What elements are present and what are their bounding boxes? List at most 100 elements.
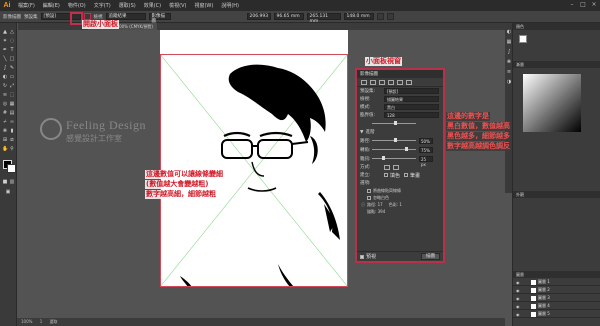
pen-tool-icon[interactable]: ✒ bbox=[2, 47, 8, 53]
threshold-field[interactable]: 128 bbox=[384, 112, 439, 118]
gradient-tab[interactable]: 漸層 bbox=[513, 61, 600, 68]
color-tab[interactable]: 顏色 bbox=[513, 23, 600, 30]
screen-mode-icon[interactable]: ▣ bbox=[5, 189, 11, 195]
noise-field[interactable]: 25 px bbox=[419, 155, 433, 167]
layer-row[interactable]: ◉ 圖層 2 bbox=[513, 287, 600, 294]
pencil-tool-icon[interactable]: ✎ bbox=[9, 65, 15, 71]
menu-type[interactable]: 文字(T) bbox=[94, 2, 111, 9]
y-field[interactable]: 96.65 mm bbox=[273, 13, 304, 20]
artboard-number[interactable]: 1 bbox=[40, 319, 43, 324]
outline-icon[interactable] bbox=[406, 79, 412, 85]
menu-edit[interactable]: 編輯(E) bbox=[43, 2, 60, 9]
layers-tab[interactable]: 圖層 bbox=[513, 271, 600, 278]
noise-slider[interactable] bbox=[372, 156, 416, 160]
appearance-tab[interactable]: 外觀 bbox=[513, 191, 600, 198]
preview-checkbox[interactable] bbox=[360, 254, 364, 259]
magic-wand-tool-icon[interactable]: ✶ bbox=[2, 38, 8, 44]
w-field[interactable]: 265.131 mm bbox=[306, 13, 341, 24]
slider-knob[interactable] bbox=[394, 121, 397, 125]
path-field[interactable]: 50% bbox=[419, 137, 433, 144]
blob-brush-tool-icon[interactable]: ◐ bbox=[2, 74, 8, 80]
menu-object[interactable]: 物件(O) bbox=[68, 2, 86, 9]
eye-icon[interactable]: ◉ bbox=[516, 296, 520, 301]
transform-icon[interactable] bbox=[376, 13, 384, 20]
slice-tool-icon[interactable]: ⧄ bbox=[9, 137, 15, 143]
eye-icon[interactable]: ◉ bbox=[516, 304, 520, 309]
trace-panel-header[interactable]: 影像描圖 bbox=[357, 70, 443, 78]
rectangle-tool-icon[interactable]: □ bbox=[9, 56, 15, 62]
advanced-section[interactable]: ▼ 進階 bbox=[357, 128, 443, 136]
grayscale-icon[interactable] bbox=[388, 79, 394, 85]
lasso-tool-icon[interactable]: ◌ bbox=[9, 38, 15, 44]
zoom-level[interactable]: 100% bbox=[21, 319, 32, 324]
menu-window[interactable]: 視窗(W) bbox=[194, 2, 213, 9]
zoom-tool-icon[interactable]: ⚲ bbox=[9, 146, 15, 152]
eraser-tool-icon[interactable]: ▭ bbox=[9, 74, 15, 80]
x-field[interactable]: 206.993 bbox=[246, 13, 271, 20]
gradient-tool-icon[interactable]: ▤ bbox=[9, 110, 15, 116]
view-select[interactable]: 描圖結果 bbox=[384, 96, 439, 102]
slider-knob[interactable] bbox=[405, 147, 408, 151]
artboard-tool-icon[interactable]: ⊞ bbox=[2, 137, 8, 143]
corner-field[interactable]: 75% bbox=[419, 146, 433, 153]
menu-view[interactable]: 檢視(V) bbox=[169, 2, 186, 9]
panel-open-icon[interactable] bbox=[83, 13, 91, 20]
selection-tool-icon[interactable]: ▲ bbox=[2, 29, 8, 35]
menu-help[interactable]: 說明(H) bbox=[221, 2, 239, 9]
shape-builder-tool-icon[interactable]: ◎ bbox=[2, 101, 8, 107]
rotate-tool-icon[interactable]: ↻ bbox=[2, 83, 8, 89]
eye-icon[interactable]: ◉ bbox=[516, 288, 520, 293]
direct-selection-tool-icon[interactable]: △ bbox=[9, 29, 15, 35]
black-white-icon[interactable] bbox=[397, 79, 403, 85]
minimize-icon[interactable]: – bbox=[568, 1, 576, 9]
stroke-color-swatch[interactable] bbox=[7, 164, 16, 173]
mode-select[interactable]: 黑白 bbox=[384, 104, 439, 110]
eye-icon[interactable]: ◉ bbox=[516, 280, 520, 285]
layer-row[interactable]: ◉ 圖層 1 bbox=[513, 279, 600, 286]
menu-effect[interactable]: 效果(C) bbox=[144, 2, 161, 9]
perspective-grid-tool-icon[interactable]: ▦ bbox=[9, 101, 15, 107]
path-slider[interactable] bbox=[372, 138, 416, 142]
paintbrush-tool-icon[interactable]: ∫ bbox=[2, 65, 8, 71]
width-tool-icon[interactable]: ≋ bbox=[2, 92, 8, 98]
eyedropper-tool-icon[interactable]: ⌿ bbox=[2, 119, 8, 125]
align-icon[interactable] bbox=[386, 13, 394, 20]
line-tool-icon[interactable]: ╲ bbox=[2, 56, 8, 62]
close-icon[interactable]: × bbox=[590, 1, 598, 9]
menu-file[interactable]: 檔案(F) bbox=[18, 2, 35, 9]
slider-knob[interactable] bbox=[394, 138, 397, 142]
blend-tool-icon[interactable]: ∞ bbox=[9, 119, 15, 125]
layer-row[interactable]: ◉ 圖層 3 bbox=[513, 295, 600, 302]
layer-row[interactable]: ◉ 圖層 4 bbox=[513, 303, 600, 310]
free-transform-tool-icon[interactable]: ⬚ bbox=[9, 92, 15, 98]
color-mode-icon[interactable]: ■ bbox=[2, 179, 8, 185]
gradient-mode-icon[interactable]: ▥ bbox=[9, 179, 15, 185]
layer-row[interactable]: ◉ 圖層 5 bbox=[513, 311, 600, 318]
eye-icon[interactable]: ◉ bbox=[516, 312, 520, 317]
stroke-checkbox[interactable] bbox=[404, 173, 409, 177]
overlapping-method-icon[interactable] bbox=[393, 164, 399, 170]
hand-tool-icon[interactable]: ✋ bbox=[2, 146, 8, 152]
threshold-slider[interactable] bbox=[372, 121, 416, 125]
color-panel-fill[interactable] bbox=[519, 35, 527, 43]
trace-button[interactable]: 影像描圖 bbox=[148, 13, 171, 24]
trace-button[interactable]: 描圖 bbox=[421, 253, 440, 260]
h-field[interactable]: 148.0 mm bbox=[343, 13, 374, 20]
type-tool-icon[interactable]: T bbox=[9, 47, 15, 53]
slider-knob[interactable] bbox=[382, 156, 385, 160]
fill-checkbox[interactable] bbox=[384, 173, 388, 177]
mesh-tool-icon[interactable]: # bbox=[2, 110, 8, 116]
low-color-icon[interactable] bbox=[379, 79, 385, 85]
corner-slider[interactable] bbox=[372, 147, 416, 151]
view-select[interactable]: 追蹤結果 bbox=[105, 13, 146, 20]
maximize-icon[interactable]: □ bbox=[579, 1, 587, 9]
scale-tool-icon[interactable]: ⤢ bbox=[9, 83, 15, 89]
abutting-method-icon[interactable] bbox=[384, 164, 390, 170]
high-color-icon[interactable] bbox=[370, 79, 376, 85]
column-graph-tool-icon[interactable]: ▮ bbox=[9, 128, 15, 134]
snap-curves-checkbox[interactable] bbox=[367, 188, 371, 193]
symbol-sprayer-tool-icon[interactable]: ❋ bbox=[2, 128, 8, 134]
ignore-white-checkbox[interactable] bbox=[367, 195, 371, 200]
preset-select[interactable]: [預設] bbox=[384, 88, 439, 94]
menu-select[interactable]: 選取(S) bbox=[119, 2, 136, 9]
